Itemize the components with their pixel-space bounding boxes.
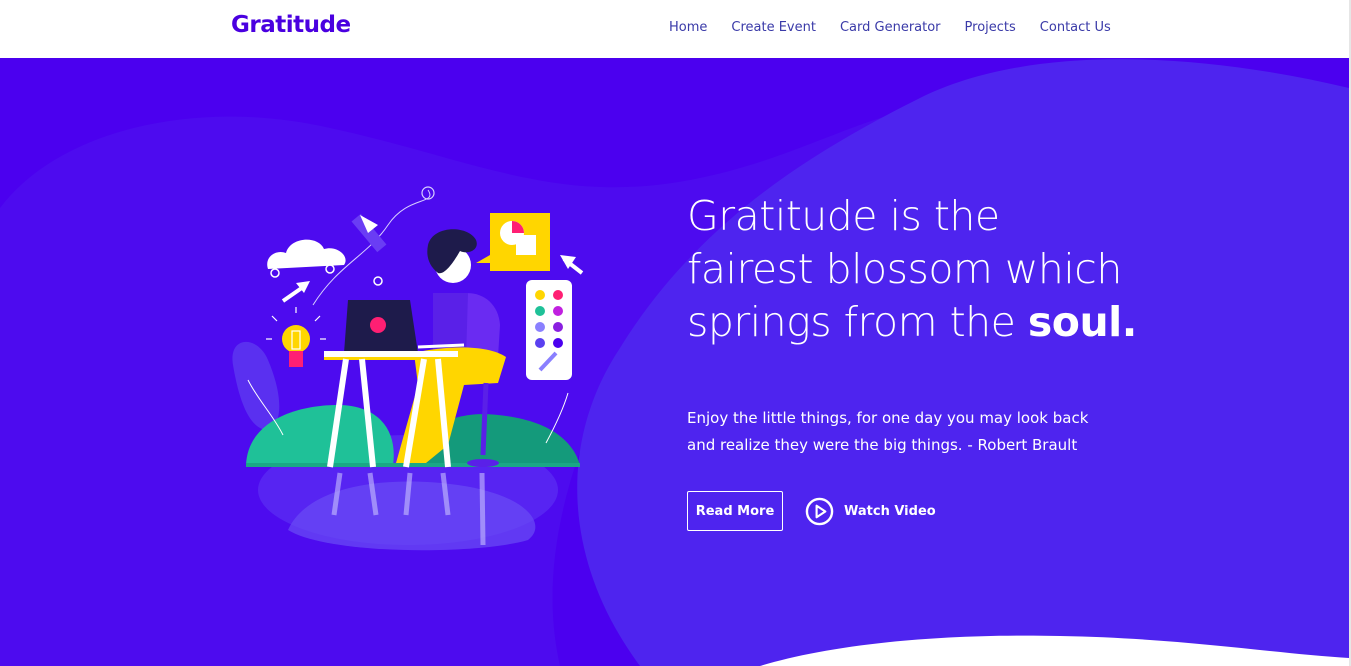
nav-link-home[interactable]: Home [669, 20, 707, 35]
hero-headline: Gratitude is the fairest blossom which s… [687, 190, 1137, 349]
brand-logo[interactable]: Gratitude [231, 12, 351, 38]
person-at-laptop-illustration [232, 186, 584, 551]
top-navbar: Gratitude Home Create Event Card Generat… [0, 0, 1351, 58]
hero-headline-emphasis: soul. [1027, 298, 1137, 346]
nav-link-projects[interactable]: Projects [965, 20, 1016, 35]
hero-section: Gratitude is the fairest blossom which s… [0, 58, 1349, 666]
nav-links: Home Create Event Card Generator Project… [669, 20, 1111, 35]
nav-link-contact-us[interactable]: Contact Us [1040, 20, 1111, 35]
watch-video-button[interactable]: Watch Video [805, 496, 936, 526]
nav-link-card-generator[interactable]: Card Generator [840, 20, 941, 35]
hero-quote: Enjoy the little things, for one day you… [687, 409, 1089, 454]
read-more-button[interactable]: Read More [687, 491, 783, 531]
nav-link-create-event[interactable]: Create Event [731, 20, 816, 35]
watch-video-label: Watch Video [844, 503, 936, 519]
hero-background-shapes [0, 59, 1349, 666]
play-circle-icon [805, 497, 834, 525]
